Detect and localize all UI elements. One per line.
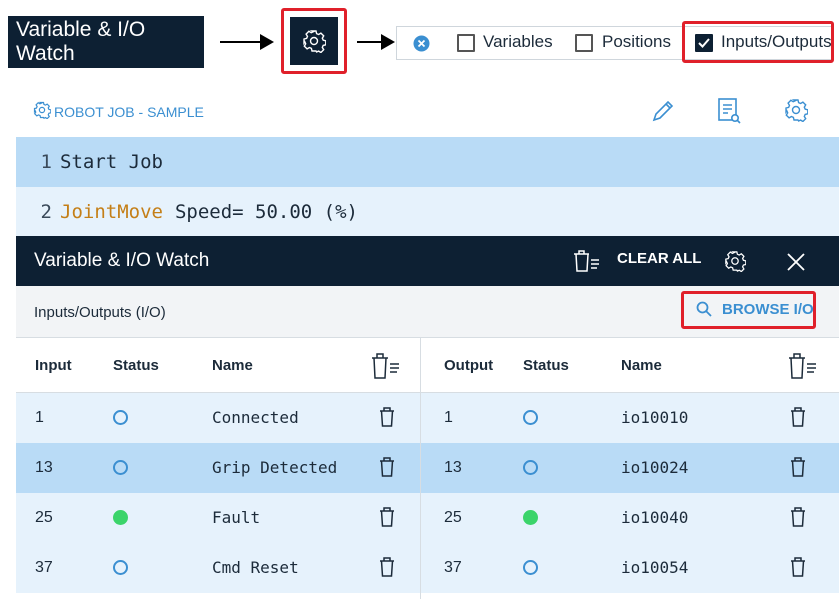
output-name: io10024 bbox=[621, 458, 689, 477]
input-number: 25 bbox=[35, 509, 53, 526]
output-name: io10054 bbox=[621, 558, 689, 577]
delete-output-icon[interactable] bbox=[789, 556, 807, 578]
close-circle-icon[interactable] bbox=[413, 35, 430, 52]
output-status-indicator bbox=[523, 510, 538, 525]
input-status-indicator bbox=[113, 560, 128, 575]
name-column-header: Name bbox=[621, 357, 662, 374]
table-row[interactable]: 1 Connected 1 io10010 bbox=[16, 393, 839, 443]
delete-output-icon[interactable] bbox=[789, 456, 807, 478]
output-name: io10010 bbox=[621, 408, 689, 427]
gear-highlight bbox=[281, 8, 347, 74]
output-number: 13 bbox=[444, 459, 462, 476]
clear-inputs-icon[interactable] bbox=[369, 351, 401, 381]
watch-settings-icon[interactable] bbox=[724, 250, 746, 272]
clear-all-button[interactable]: CLEAR ALL bbox=[617, 250, 701, 267]
status-column-header: Status bbox=[113, 357, 159, 374]
output-status-indicator bbox=[523, 410, 538, 425]
status-column-header: Status bbox=[523, 357, 569, 374]
input-status-indicator bbox=[113, 460, 128, 475]
input-name: Cmd Reset bbox=[212, 558, 299, 577]
input-name: Grip Detected bbox=[212, 458, 338, 477]
close-icon[interactable] bbox=[786, 252, 806, 272]
input-number: 37 bbox=[35, 559, 53, 576]
clear-list-icon[interactable] bbox=[571, 248, 601, 274]
variables-label: Variables bbox=[483, 32, 553, 51]
io-section-title: Inputs/Outputs (I/O) bbox=[34, 304, 166, 321]
table-divider bbox=[420, 338, 421, 599]
delete-output-icon[interactable] bbox=[789, 506, 807, 528]
pencil-icon[interactable] bbox=[650, 98, 676, 124]
line-text: Start Job bbox=[60, 151, 163, 173]
positions-checkbox[interactable] bbox=[575, 34, 593, 52]
output-status-indicator bbox=[523, 560, 538, 575]
delete-output-icon[interactable] bbox=[789, 406, 807, 428]
job-line[interactable]: 2 JointMove Speed= 50.00 (%) bbox=[16, 187, 839, 237]
search-icon bbox=[696, 301, 712, 317]
watch-title-callout: Variable & I/O Watch bbox=[8, 16, 204, 68]
job-gear-icon bbox=[33, 101, 51, 119]
input-status-indicator bbox=[113, 510, 128, 525]
inputs-outputs-highlight bbox=[682, 21, 834, 63]
output-number: 37 bbox=[444, 559, 462, 576]
table-row[interactable]: 25 Fault 25 io10040 bbox=[16, 493, 839, 543]
input-name: Fault bbox=[212, 508, 261, 527]
output-status-indicator bbox=[523, 460, 538, 475]
view-list-icon[interactable] bbox=[716, 97, 742, 125]
gear-icon bbox=[303, 30, 326, 53]
watch-panel-title: Variable & I/O Watch bbox=[34, 250, 210, 271]
line-number: 1 bbox=[40, 151, 52, 173]
io-table-header: Input Status Name Output Status Name bbox=[16, 338, 839, 393]
line-keyword: JointMove bbox=[60, 201, 163, 223]
job-title: ROBOT JOB - SAMPLE bbox=[54, 104, 204, 120]
input-number: 1 bbox=[35, 409, 44, 426]
line-text: Speed= 50.00 (%) bbox=[174, 201, 358, 223]
input-column-header: Input bbox=[35, 357, 72, 374]
input-name: Connected bbox=[212, 408, 299, 427]
output-number: 25 bbox=[444, 509, 462, 526]
arrow-icon bbox=[357, 34, 395, 50]
variables-checkbox[interactable] bbox=[457, 34, 475, 52]
name-column-header: Name bbox=[212, 357, 253, 374]
output-name: io10040 bbox=[621, 508, 689, 527]
output-number: 1 bbox=[444, 409, 453, 426]
table-row[interactable]: 37 Cmd Reset 37 io10054 bbox=[16, 543, 839, 593]
delete-input-icon[interactable] bbox=[378, 406, 396, 428]
positions-label: Positions bbox=[602, 32, 671, 51]
input-status-indicator bbox=[113, 410, 128, 425]
input-number: 13 bbox=[35, 459, 53, 476]
table-row[interactable]: 13 Grip Detected 13 io10024 bbox=[16, 443, 839, 493]
settings-button[interactable] bbox=[290, 17, 338, 65]
browse-io-button[interactable]: BROWSE I/O bbox=[722, 301, 814, 318]
arrow-icon bbox=[220, 34, 274, 50]
output-column-header: Output bbox=[444, 357, 494, 374]
job-line[interactable]: 1 Start Job bbox=[16, 137, 839, 187]
line-number: 2 bbox=[40, 201, 52, 223]
delete-input-icon[interactable] bbox=[378, 556, 396, 578]
clear-outputs-icon[interactable] bbox=[786, 351, 818, 381]
delete-input-icon[interactable] bbox=[378, 506, 396, 528]
settings-icon[interactable] bbox=[784, 98, 808, 122]
delete-input-icon[interactable] bbox=[378, 456, 396, 478]
